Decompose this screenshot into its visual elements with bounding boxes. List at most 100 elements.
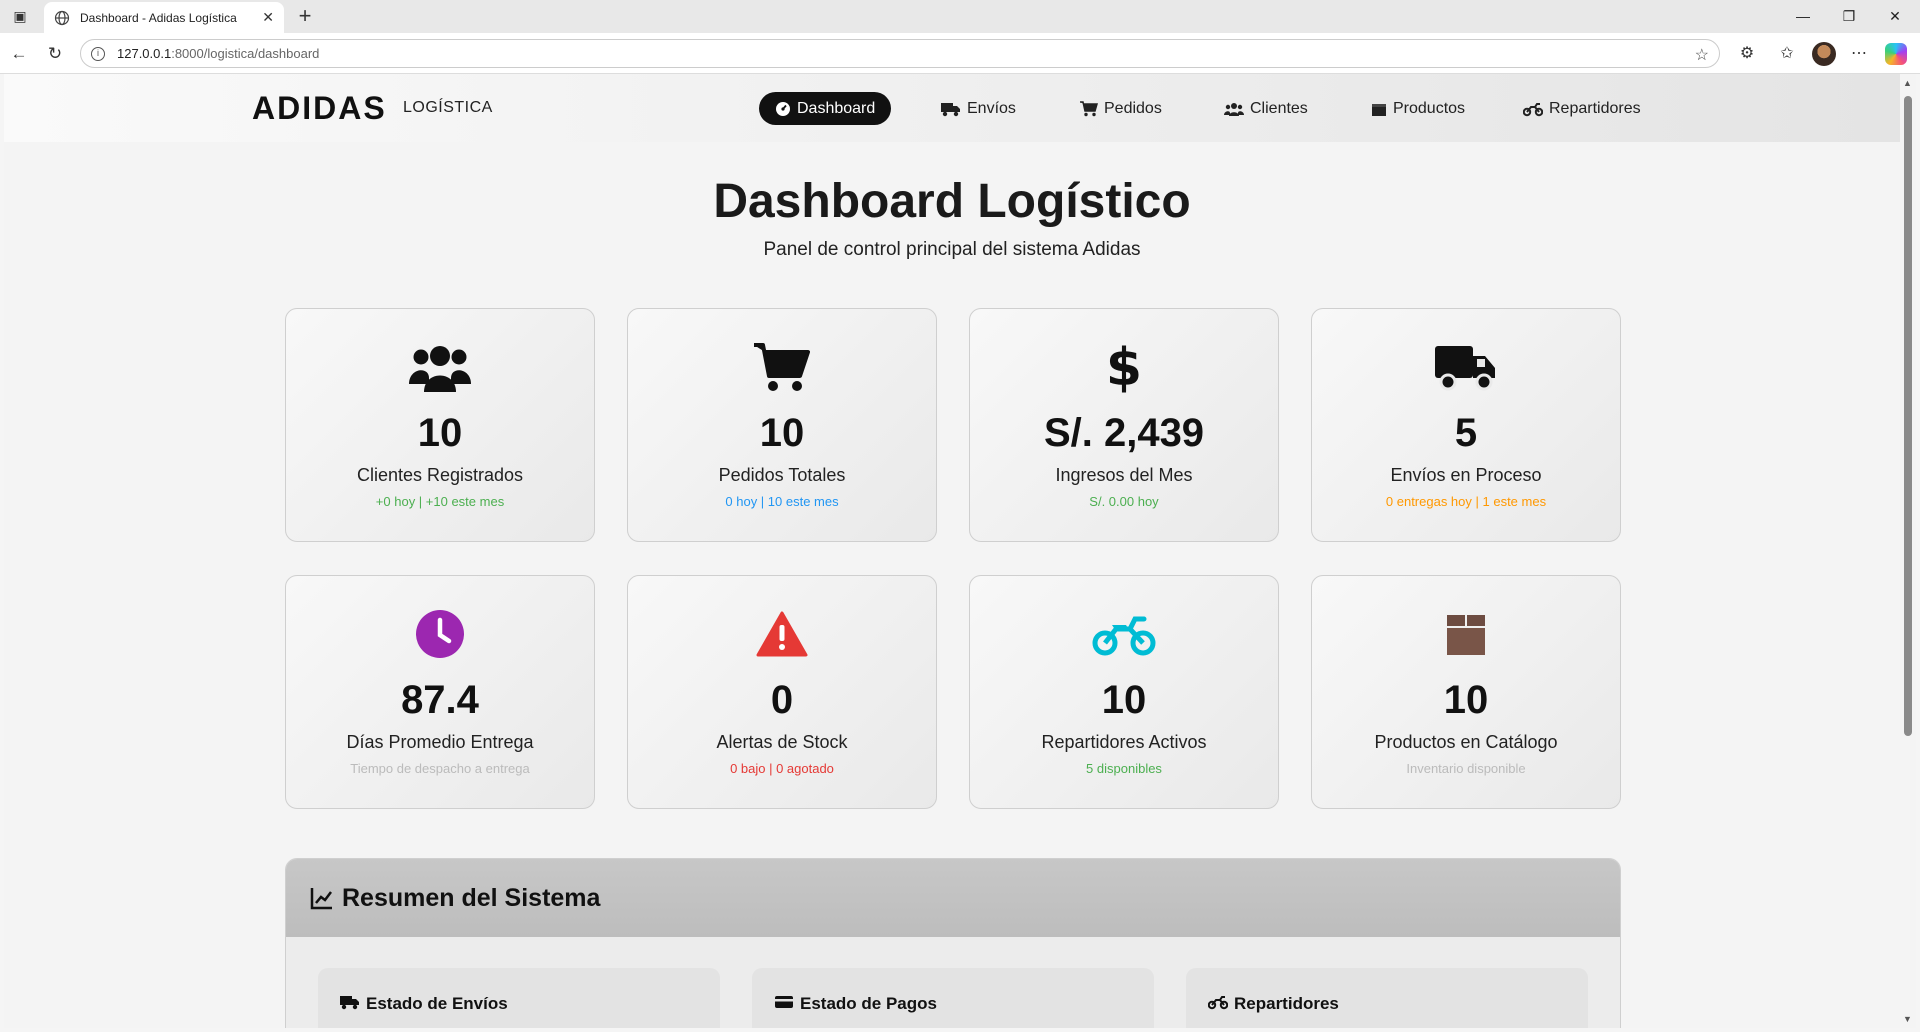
back-icon[interactable]: ←: [7, 42, 31, 66]
scroll-up-arrow-icon[interactable]: ▲: [1903, 78, 1912, 88]
motorcycle-icon: [1092, 616, 1156, 656]
stat-value: 5: [1454, 411, 1478, 455]
chart-line-icon: [310, 888, 332, 910]
nav-dashboard[interactable]: Dashboard: [759, 92, 892, 125]
cart-icon: [754, 343, 810, 391]
stat-label: Alertas de Stock: [716, 732, 848, 752]
more-menu-icon[interactable]: ⋯: [1846, 41, 1872, 67]
page-subtitle: Panel de control principal del sistema A…: [763, 239, 1141, 260]
stat-detail: S/. 0.00 hoy: [1089, 494, 1159, 509]
stat-detail: Tiempo de despacho a entrega: [350, 761, 530, 776]
stat-label: Pedidos Totales: [718, 465, 846, 485]
nav-productos[interactable]: Productos: [1355, 92, 1481, 125]
stat-value: 0: [770, 678, 794, 722]
scroll-down-arrow-icon[interactable]: ▼: [1903, 1014, 1912, 1024]
favorite-star-icon[interactable]: ☆: [1695, 45, 1709, 65]
box-icon: [1447, 615, 1485, 655]
stat-value: 10: [417, 411, 463, 455]
copilot-icon[interactable]: [1885, 43, 1907, 65]
summary-card-pagos: Estado de Pagos: [752, 968, 1154, 1028]
svg-text:$: $: [1106, 339, 1142, 395]
nav-pedidos[interactable]: Pedidos: [1064, 92, 1178, 125]
brand-logo[interactable]: ADIDAS: [252, 90, 387, 127]
browser-tab[interactable]: Dashboard - Adidas Logística ✕: [44, 2, 284, 33]
scrollbar-thumb[interactable]: [1904, 96, 1912, 736]
stat-value: S/. 2,439: [1043, 411, 1205, 455]
nav-clientes[interactable]: Clientes: [1208, 92, 1324, 125]
summary-title: Resumen del Sistema: [342, 883, 601, 912]
stat-detail: +0 hoy | +10 este mes: [375, 494, 505, 509]
stat-value: 10: [1101, 678, 1147, 722]
stat-label: Productos en Catálogo: [1374, 732, 1558, 752]
stat-card-repartidores: 10 Repartidores Activos 5 disponibles: [969, 575, 1279, 809]
site-info-icon[interactable]: i: [91, 46, 105, 61]
summary-card-repartidores: Repartidores: [1186, 968, 1588, 1028]
nav-repartidores[interactable]: Repartidores: [1507, 92, 1657, 125]
stat-detail: 0 hoy | 10 este mes: [725, 494, 839, 509]
stat-detail: 0 entregas hoy | 1 este mes: [1385, 494, 1547, 509]
clock-icon: [416, 610, 464, 658]
stat-value: 10: [759, 411, 805, 455]
brand-subtitle: LOGÍSTICA: [403, 99, 493, 116]
stat-card-pedidos: 10 Pedidos Totales 0 hoy | 10 este mes: [627, 308, 937, 542]
minimize-button[interactable]: —: [1780, 0, 1826, 33]
stat-card-envios: 5 Envíos en Proceso 0 entregas hoy | 1 e…: [1311, 308, 1621, 542]
truck-icon: [340, 996, 359, 1010]
new-tab-button[interactable]: +: [292, 3, 318, 29]
close-window-button[interactable]: ✕: [1872, 0, 1918, 33]
nav-dashboard-label: Dashboard: [797, 99, 876, 117]
stat-label: Días Promedio Entrega: [346, 732, 534, 752]
stat-card-clientes: 10 Clientes Registrados +0 hoy | +10 est…: [285, 308, 595, 542]
profile-avatar[interactable]: [1812, 42, 1836, 66]
motorcycle-icon: [1523, 102, 1543, 116]
stat-detail: 5 disponibles: [1086, 761, 1162, 776]
nav-repartidores-label: Repartidores: [1549, 99, 1641, 117]
page-viewport: ADIDAS LOGÍSTICA Dashboard Envíos Pedido…: [4, 74, 1900, 1028]
truck-icon: [1435, 346, 1495, 391]
truck-icon: [941, 102, 960, 116]
nav-envios-label: Envíos: [967, 99, 1016, 117]
summary-card-title: Estado de Envíos: [366, 994, 508, 1013]
nav-envios[interactable]: Envíos: [925, 92, 1032, 125]
restore-button[interactable]: ❐: [1826, 0, 1872, 33]
url-field[interactable]: i 127.0.0.1:8000/logistica/dashboard ☆: [80, 39, 1720, 68]
nav-clientes-label: Clientes: [1250, 99, 1308, 117]
box-icon: [1372, 103, 1386, 116]
site-navbar: ADIDAS LOGÍSTICA Dashboard Envíos Pedido…: [4, 74, 1900, 142]
stat-card-ingresos: $ S/. 2,439 Ingresos del Mes S/. 0.00 ho…: [969, 308, 1279, 542]
nav-productos-label: Productos: [1393, 99, 1466, 117]
tab-actions-icon[interactable]: ▣: [8, 6, 32, 26]
page-title: Dashboard Logístico: [713, 175, 1191, 228]
summary-panel-header: Resumen del Sistema: [286, 859, 1620, 937]
stat-label: Repartidores Activos: [1041, 732, 1207, 752]
stat-label: Ingresos del Mes: [1055, 465, 1193, 485]
summary-card-envios: Estado de Envíos: [318, 968, 720, 1028]
globe-icon: [54, 10, 70, 25]
vertical-scrollbar[interactable]: ▲ ▼: [1900, 74, 1916, 1028]
address-bar-row: ← ↻ i 127.0.0.1:8000/logistica/dashboard…: [0, 33, 1920, 74]
reload-icon[interactable]: ↻: [43, 42, 67, 66]
users-icon: [1224, 102, 1244, 116]
cart-icon: [1080, 100, 1098, 116]
warning-icon: [756, 611, 808, 657]
nav-pedidos-label: Pedidos: [1104, 99, 1162, 117]
credit-card-icon: [775, 996, 793, 1008]
stat-detail: Inventario disponible: [1406, 761, 1526, 776]
dollar-icon: $: [1106, 339, 1142, 395]
close-tab-icon[interactable]: ✕: [262, 9, 274, 26]
summary-card-title: Estado de Pagos: [800, 994, 937, 1013]
stat-detail: 0 bajo | 0 agotado: [730, 761, 834, 776]
url-path: :8000/logistica/dashboard: [171, 46, 320, 61]
stat-value: 87.4: [401, 678, 479, 722]
stat-card-alertas-stock: 0 Alertas de Stock 0 bajo | 0 agotado: [627, 575, 937, 809]
stat-value: 10: [1443, 678, 1489, 722]
favorites-icon[interactable]: ✩: [1774, 41, 1800, 67]
gauge-icon: [776, 101, 790, 116]
stat-label: Envíos en Proceso: [1390, 465, 1542, 485]
stat-label: Clientes Registrados: [356, 465, 524, 485]
stat-card-dias-promedio: 87.4 Días Promedio Entrega Tiempo de des…: [285, 575, 595, 809]
url-host: 127.0.0.1: [117, 46, 172, 61]
extensions-icon[interactable]: ⚙: [1734, 41, 1760, 67]
users-icon: [409, 346, 471, 392]
summary-card-title: Repartidores: [1234, 994, 1339, 1013]
